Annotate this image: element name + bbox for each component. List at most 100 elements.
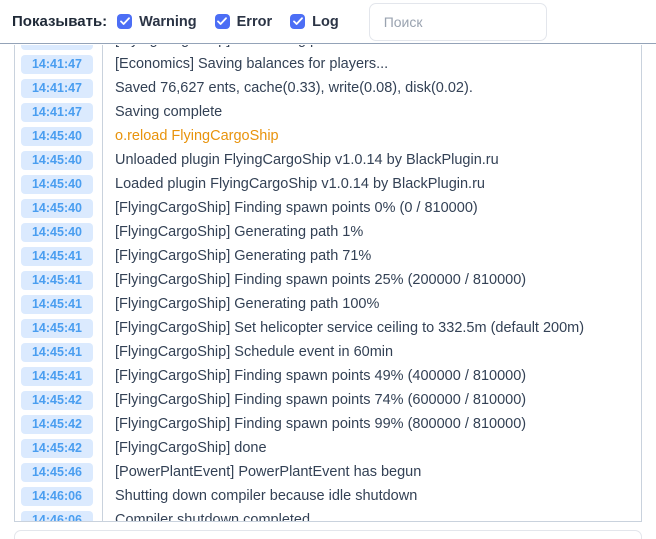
log-row: 14:45:41 [FlyingCargoShip] Set helicopter… [15, 316, 641, 340]
log-row: 14:45:41 [FlyingCargoShip] Finding spawn … [15, 268, 641, 292]
log-timestamp: 14:46:06 [21, 510, 93, 521]
log-message-text: [FlyingCargoShip] Finding spawn points 9… [115, 416, 527, 432]
log-row: 14:45:42 [FlyingCargoShip] Finding spawn … [15, 412, 641, 436]
log-timestamp: 14:45:40 [21, 222, 93, 242]
log-row: 14:41:47 [FlyingCargoShip] Generating pat… [15, 45, 641, 52]
log-timestamp: 14:45:46 [21, 462, 93, 482]
filter-error[interactable]: Error [214, 13, 273, 30]
filter-label: Log [312, 13, 339, 30]
log-timestamp: 14:45:41 [21, 342, 93, 362]
log-row: 14:45:40 o.reload FlyingCargoShip [15, 124, 641, 148]
filter-warning[interactable]: Warning [117, 13, 197, 30]
log-message-text: Shutting down compiler because idle shut… [115, 488, 418, 504]
log-column-divider [102, 364, 103, 388]
log-message-text: [FlyingCargoShip] Finding spawn points 2… [115, 272, 527, 288]
log-row: 14:45:40 Loaded plugin FlyingCargoShip v1… [15, 172, 641, 196]
log-column-divider [102, 268, 103, 292]
log-column-divider [102, 124, 103, 148]
show-filters-label: Показывать: [12, 13, 108, 30]
log-column-divider [102, 45, 103, 52]
log-row: 14:41:47 Saved 76,627 ents, cache(0.33), … [15, 76, 641, 100]
log-row: 14:41:47 [Economics] Saving balances for … [15, 52, 641, 76]
log-timestamp: 14:45:41 [21, 294, 93, 314]
log-column-divider [102, 52, 103, 76]
log-column-divider [102, 148, 103, 172]
check-icon[interactable] [290, 14, 306, 29]
log-timestamp: 14:45:42 [21, 438, 93, 458]
log-message-text: [FlyingCargoShip] Generating path 100% [115, 296, 380, 312]
log-row: 14:45:46 [PowerPlantEvent] PowerPlantEven… [15, 460, 641, 484]
log-message-text: [FlyingCargoShip] Finding spawn points 7… [115, 392, 527, 408]
filter-label: Warning [139, 13, 197, 30]
log-timestamp: 14:46:06 [21, 486, 93, 506]
log-row: 14:45:41 [FlyingCargoShip] Generating pat… [15, 292, 641, 316]
log-row: 14:45:40 [FlyingCargoShip] Generating pat… [15, 220, 641, 244]
log-timestamp: 14:45:42 [21, 414, 93, 434]
log-column-divider [102, 196, 103, 220]
log-column-divider [102, 412, 103, 436]
log-row: 14:45:42 [FlyingCargoShip] Finding spawn … [15, 388, 641, 412]
log-timestamp: 14:45:41 [21, 366, 93, 386]
log-column-divider [102, 436, 103, 460]
log-row: 14:46:06 Compiler shutdown completed [15, 508, 641, 522]
log-timestamp: 14:45:40 [21, 126, 93, 146]
log-column-divider [102, 244, 103, 268]
log-row: 14:45:42 [FlyingCargoShip] done [15, 436, 641, 460]
log-message-text: [FlyingCargoShip] done [115, 440, 267, 456]
log-message-text: Compiler shutdown completed [115, 512, 311, 522]
log-row: 14:45:40 Unloaded plugin FlyingCargoShip … [15, 148, 641, 172]
console-log-panel[interactable]: 14:41:47 [FlyingCargoShip] Generating pat… [14, 45, 642, 522]
log-column-divider [102, 388, 103, 412]
log-row: 14:45:41 [FlyingCargoShip] Generating pat… [15, 244, 641, 268]
log-message-text: Unloaded plugin FlyingCargoShip v1.0.14 … [115, 152, 499, 168]
log-message-text: Saved 76,627 ents, cache(0.33), write(0.… [115, 80, 473, 96]
log-message-text: [FlyingCargoShip] Generating path 1% [115, 224, 364, 240]
log-timestamp: 14:45:40 [21, 150, 93, 170]
log-row: 14:45:40 [FlyingCargoShip] Finding spawn … [15, 196, 641, 220]
log-message-text: [FlyingCargoShip] Finding spawn points 4… [115, 368, 527, 384]
log-timestamp: 14:41:47 [21, 102, 93, 122]
filter-log[interactable]: Log [290, 14, 339, 30]
log-column-divider [102, 508, 103, 521]
filter-label: Error [236, 13, 273, 30]
log-message-text: [FlyingCargoShip] Generating path 71% [115, 248, 372, 264]
log-column-divider [102, 316, 103, 340]
log-timestamp: 14:45:41 [21, 270, 93, 290]
log-column-divider [102, 292, 103, 316]
log-timestamp: 14:45:40 [21, 174, 93, 194]
log-message-text: [FlyingCargoShip] Finding spawn points 0… [115, 200, 478, 216]
log-row: 14:41:47 Saving complete [15, 100, 641, 124]
console-log-list: 14:41:47 [FlyingCargoShip] Generating pat… [15, 45, 641, 522]
log-column-divider [102, 460, 103, 484]
log-timestamp: 14:41:47 [21, 78, 93, 98]
log-command-text: o.reload FlyingCargoShip [115, 128, 279, 144]
log-message-text: [FlyingCargoShip] Set helicopter service… [115, 320, 585, 336]
log-message-text: [FlyingCargoShip] Generating path 1% [115, 45, 641, 48]
check-icon[interactable] [117, 14, 133, 29]
log-column-divider [102, 76, 103, 100]
check-icon[interactable] [214, 14, 230, 29]
log-timestamp: 14:41:47 [21, 45, 93, 50]
log-message-text: Saving complete [115, 104, 223, 120]
log-column-divider [102, 484, 103, 508]
search-input[interactable] [368, 2, 547, 41]
filter-checkbox-group: Warning Error Log [117, 14, 357, 30]
log-column-divider [102, 340, 103, 364]
log-timestamp: 14:45:40 [21, 198, 93, 218]
log-row: 14:46:06 Shutting down compiler because i… [15, 484, 641, 508]
log-column-divider [102, 172, 103, 196]
log-message-text: Loaded plugin FlyingCargoShip v1.0.14 by… [115, 176, 485, 192]
log-column-divider [102, 100, 103, 124]
log-timestamp: 14:45:41 [21, 246, 93, 266]
log-row: 14:45:41 [FlyingCargoShip] Schedule event… [15, 340, 641, 364]
console-command-panel[interactable] [14, 530, 642, 539]
console-page: Показывать: Warning Error Log 14:41:47 [Fly… [0, 0, 656, 539]
log-message-text: [PowerPlantEvent] PowerPlantEvent has be… [115, 464, 422, 480]
log-timestamp: 14:45:41 [21, 318, 93, 338]
log-column-divider [102, 220, 103, 244]
log-row: 14:45:41 [FlyingCargoShip] Finding spawn … [15, 364, 641, 388]
log-timestamp: 14:41:47 [21, 54, 93, 74]
log-timestamp: 14:45:42 [21, 390, 93, 410]
search-field-wrapper [368, 2, 547, 41]
log-message-text: [FlyingCargoShip] Schedule event in 60mi… [115, 344, 394, 360]
